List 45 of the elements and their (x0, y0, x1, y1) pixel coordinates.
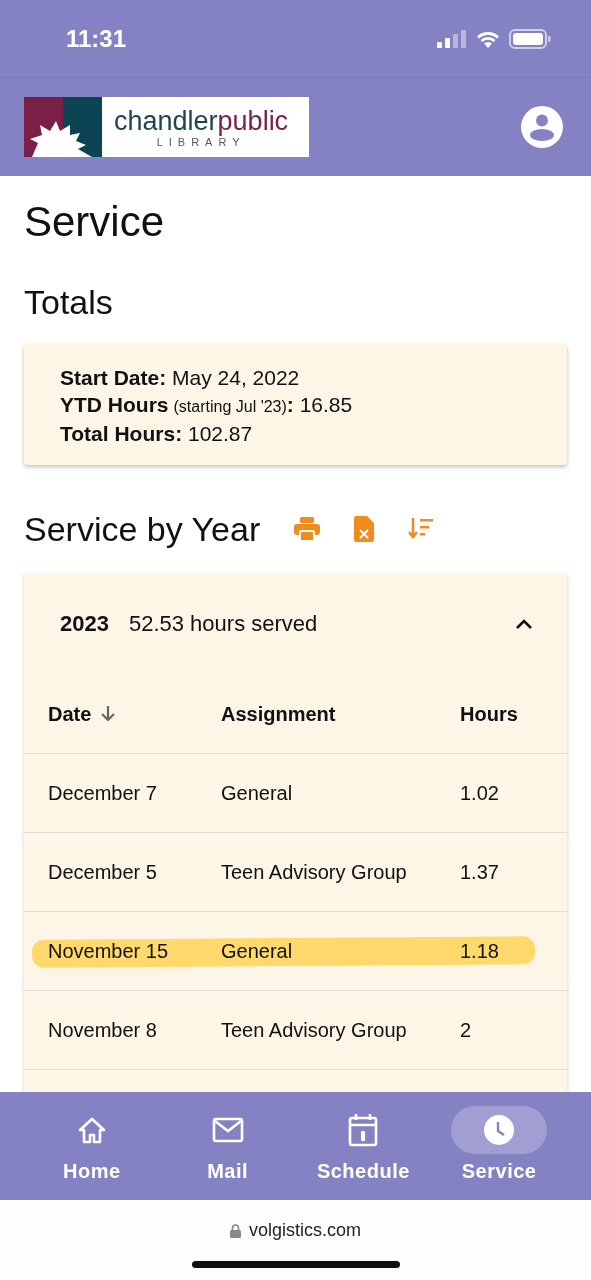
year-header[interactable]: 2023 52.53 hours served (24, 573, 567, 675)
table-cell: 1.02 (460, 781, 499, 805)
column-header[interactable]: Hours (460, 702, 518, 726)
table-cell: 2 (460, 1018, 472, 1042)
table-cell: November 8 (48, 1018, 157, 1042)
logo-wordmark: chandlerpublic (114, 106, 289, 136)
page-title: Service (24, 198, 166, 246)
clock-time: 11:31 (66, 24, 127, 53)
section-title: Service by Year (24, 509, 261, 549)
nav-tab[interactable]: Service (444, 1106, 555, 1200)
nav-tab[interactable]: Schedule (308, 1106, 419, 1200)
total-line: Start Date: May 24, 2022 (60, 365, 301, 391)
column-header[interactable]: Assignment (221, 702, 336, 726)
chevron-icon[interactable] (515, 618, 533, 630)
battery-icon (509, 28, 551, 49)
table-cell: December 7 (48, 781, 157, 805)
total-line: YTD Hours (starting Jul '23): 16.85 (60, 392, 354, 418)
url-text[interactable]: volgistics.com (249, 1220, 361, 1241)
table-cell: 1.18 (460, 939, 499, 963)
year-label: 2023 (60, 611, 109, 637)
column-header[interactable]: Date (48, 702, 92, 726)
table-cell: 1.37 (460, 860, 499, 884)
logo-subtitle: LIBRARY (156, 136, 246, 148)
sort-icon[interactable] (408, 518, 435, 540)
signal-icon (437, 29, 467, 48)
table-cell: December 5 (48, 860, 157, 884)
clock-icon (484, 1115, 515, 1145)
calendar-icon (348, 1113, 379, 1147)
table-cell: Teen Advisory Group (221, 860, 407, 884)
total-line: Total Hours: 102.87 (60, 421, 254, 447)
print-icon[interactable] (294, 517, 321, 541)
year-summary: 52.53 hours served (128, 611, 319, 637)
table-cell: November 15 (48, 939, 169, 963)
table-cell: General (221, 781, 293, 805)
account-icon[interactable] (521, 106, 563, 148)
mail-icon (211, 1117, 244, 1143)
excel-file-icon[interactable] (354, 516, 375, 542)
section-title: Totals (24, 282, 114, 322)
nav-tab[interactable]: Home (36, 1106, 147, 1200)
table-cell: Teen Advisory Group (221, 1018, 407, 1042)
home-icon (76, 1116, 107, 1144)
table-cell: General (221, 939, 293, 963)
wifi-icon (475, 29, 501, 48)
nav-tab[interactable]: Mail (172, 1106, 283, 1200)
lock-icon (230, 1223, 241, 1238)
